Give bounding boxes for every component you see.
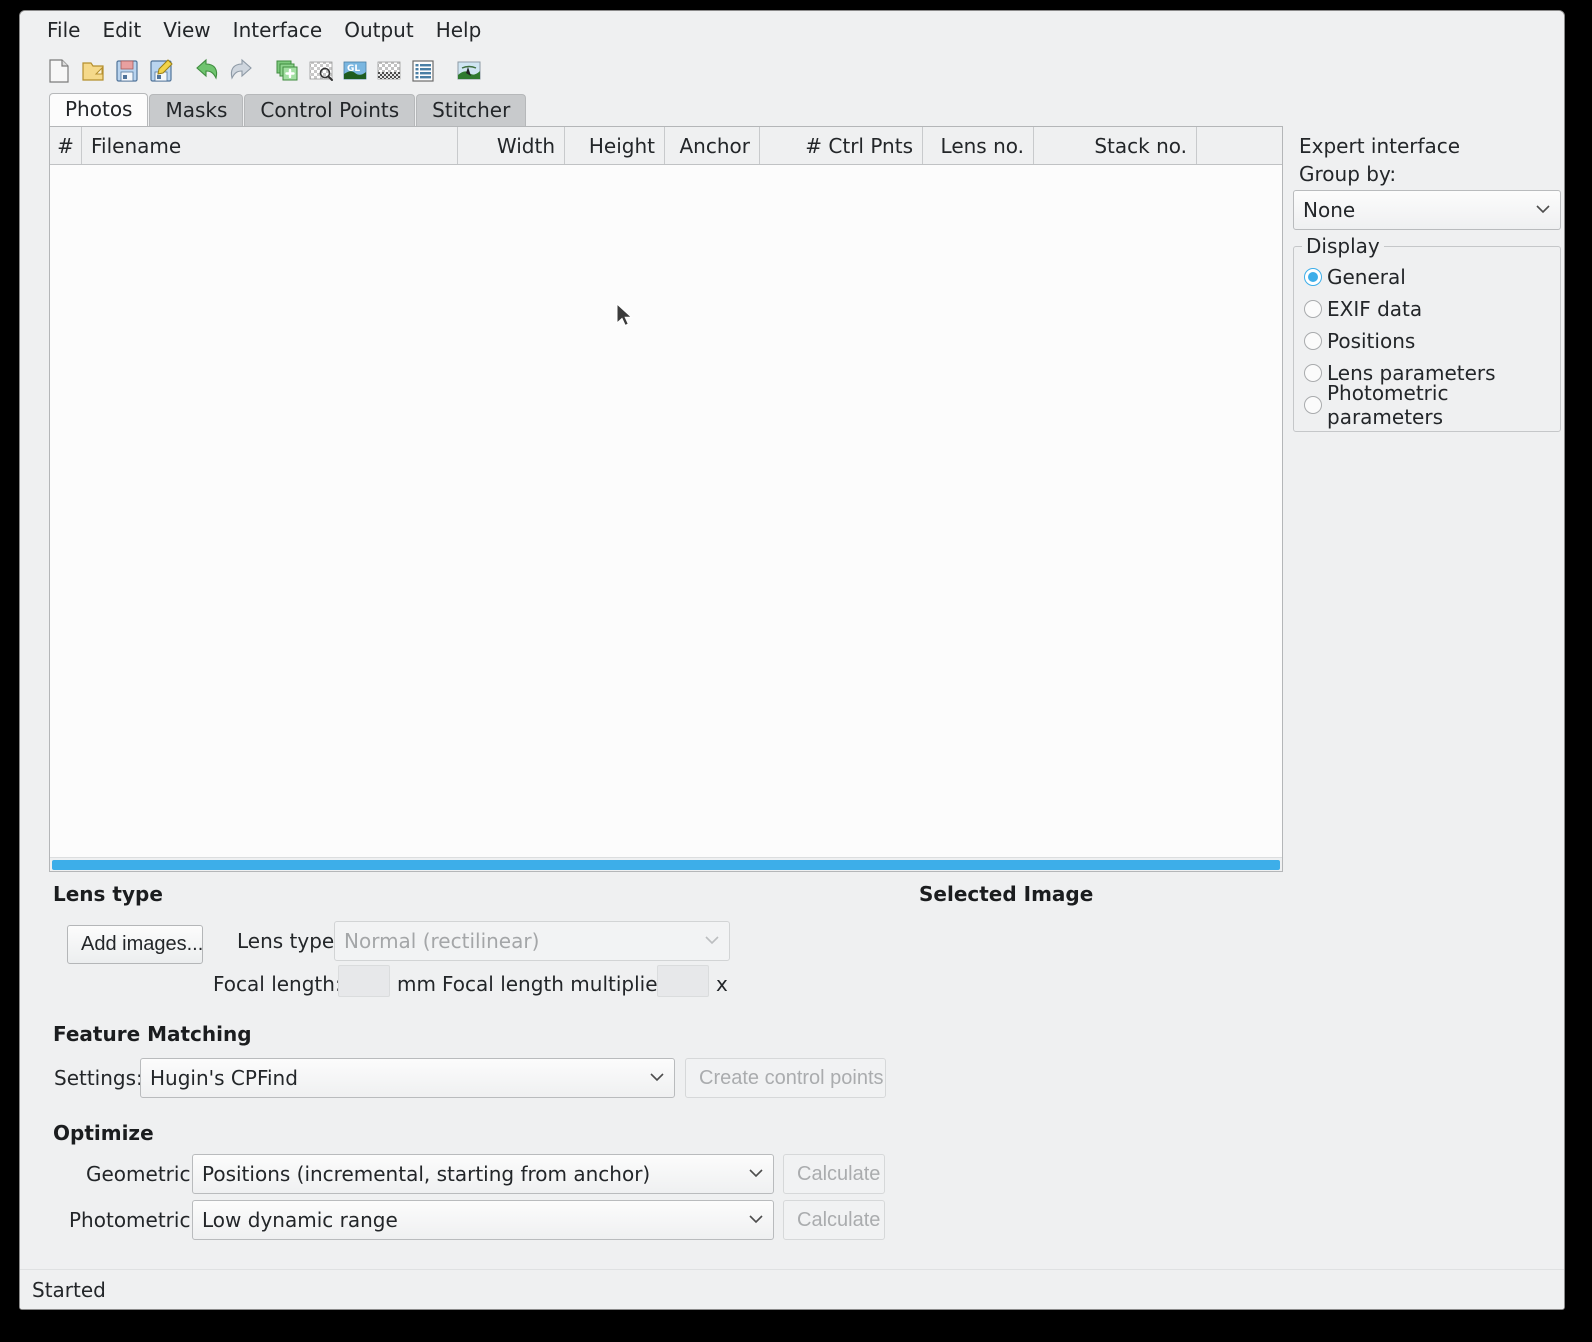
- chevron-down-icon: [748, 1212, 764, 1228]
- radio-exif-data[interactable]: EXIF data: [1304, 293, 1550, 325]
- open-project-icon[interactable]: [76, 54, 110, 88]
- lens-type-section-title: Lens type: [53, 882, 163, 906]
- menu-interface[interactable]: Interface: [222, 15, 334, 45]
- radio-photometric-parameters[interactable]: Photometric parameters: [1304, 381, 1550, 429]
- radio-exif-data-label: EXIF data: [1327, 297, 1423, 321]
- expert-interface-title: Expert interface: [1299, 134, 1461, 158]
- panorama-editor-icon[interactable]: [452, 54, 486, 88]
- feature-matching-settings-select[interactable]: Hugin's CPFind: [140, 1058, 675, 1098]
- save-project-as-icon[interactable]: [144, 54, 178, 88]
- mm-unit-label: mm: [397, 972, 436, 996]
- group-by-value: None: [1303, 198, 1356, 222]
- chevron-down-icon: [649, 1070, 665, 1086]
- chevron-down-icon: [748, 1166, 764, 1182]
- chevron-down-icon: [1535, 202, 1551, 218]
- focal-length-input[interactable]: [338, 965, 390, 997]
- create-control-points-button[interactable]: Create control points: [685, 1058, 886, 1098]
- x-unit-label: x: [716, 972, 728, 996]
- preview-panorama-icon[interactable]: [304, 54, 338, 88]
- chevron-down-icon: [704, 933, 720, 949]
- photometric-optimize-select[interactable]: Low dynamic range: [192, 1200, 774, 1240]
- group-by-select[interactable]: None: [1293, 190, 1561, 230]
- save-project-icon[interactable]: [110, 54, 144, 88]
- tab-stitcher[interactable]: Stitcher: [416, 94, 527, 126]
- radio-general[interactable]: General: [1304, 261, 1550, 293]
- radio-positions-label: Positions: [1327, 329, 1416, 353]
- feature-matching-section-title: Feature Matching: [53, 1022, 252, 1046]
- radio-positions-icon[interactable]: [1304, 332, 1322, 350]
- focal-length-multiplier-input[interactable]: [657, 965, 709, 997]
- status-text: Started: [32, 1277, 106, 1302]
- photometric-optimize-value: Low dynamic range: [202, 1208, 398, 1232]
- menu-view[interactable]: View: [152, 15, 221, 45]
- radio-lens-parameters-icon[interactable]: [1304, 364, 1322, 382]
- tab-photos[interactable]: Photos: [49, 93, 149, 126]
- group-by-label: Group by:: [1299, 162, 1397, 186]
- column-header-ctrl-pnts[interactable]: # Ctrl Pnts: [760, 127, 923, 164]
- radio-general-label: General: [1327, 265, 1406, 289]
- column-header-width[interactable]: Width: [458, 127, 565, 164]
- menu-output[interactable]: Output: [333, 15, 424, 45]
- geometric-label: Geometric:: [86, 1162, 198, 1186]
- menu-bar: File Edit View Interface Output Help: [20, 11, 1564, 49]
- tab-masks[interactable]: Masks: [149, 94, 244, 126]
- radio-photometric-parameters-icon[interactable]: [1304, 396, 1322, 414]
- display-groupbox-title: Display: [1302, 234, 1384, 258]
- hugin-main-window: File Edit View Interface Output Help GL …: [19, 10, 1565, 1310]
- column-header-stack-no[interactable]: Stack no.: [1034, 127, 1197, 164]
- horizontal-scrollbar-thumb[interactable]: [52, 859, 1280, 870]
- radio-photometric-parameters-label: Photometric parameters: [1327, 381, 1449, 429]
- horizontal-scrollbar[interactable]: [50, 857, 1282, 871]
- redo-icon[interactable]: [224, 54, 258, 88]
- photo-table-header: # Filename Width Height Anchor # Ctrl Pn…: [50, 127, 1282, 165]
- tab-strip: Photos Masks Control Points Stitcher: [20, 93, 1564, 126]
- svg-text:GL: GL: [347, 64, 360, 74]
- column-header-lens-no[interactable]: Lens no.: [923, 127, 1034, 164]
- photometric-label: Photometric:: [69, 1208, 198, 1232]
- menu-file[interactable]: File: [36, 15, 91, 45]
- show-cp-list-icon[interactable]: [406, 54, 440, 88]
- add-images-button[interactable]: Add images...: [67, 925, 203, 964]
- expert-interface-panel: Expert interface Group by: None Display …: [1293, 126, 1561, 872]
- display-groupbox: Display General EXIF data Positions Lens…: [1293, 234, 1561, 432]
- lens-type-select[interactable]: Normal (rectilinear): [334, 921, 730, 961]
- column-header-anchor[interactable]: Anchor: [665, 127, 760, 164]
- selected-image-section-title: Selected Image: [919, 882, 1094, 906]
- geometric-calculate-button[interactable]: Calculate: [783, 1154, 885, 1194]
- feature-matching-settings-value: Hugin's CPFind: [150, 1066, 298, 1090]
- column-header-filename[interactable]: Filename: [82, 127, 458, 164]
- focal-length-label: Focal length:: [213, 972, 342, 996]
- gl-preview-icon[interactable]: GL: [338, 54, 372, 88]
- radio-exif-data-icon[interactable]: [1304, 300, 1322, 318]
- status-bar: Started: [20, 1269, 1564, 1309]
- new-project-icon[interactable]: [42, 54, 76, 88]
- radio-positions[interactable]: Positions: [1304, 325, 1550, 357]
- lens-type-label: Lens type:: [237, 929, 341, 953]
- column-header-number[interactable]: #: [50, 127, 82, 164]
- focal-length-multiplier-label: Focal length multiplier:: [442, 972, 673, 996]
- content-area: # Filename Width Height Anchor # Ctrl Pn…: [20, 126, 1564, 1309]
- toolbar: GL: [20, 49, 1564, 93]
- optimize-section-title: Optimize: [53, 1121, 154, 1145]
- tab-control-points[interactable]: Control Points: [244, 94, 416, 126]
- radio-general-icon[interactable]: [1304, 268, 1322, 286]
- undo-icon[interactable]: [190, 54, 224, 88]
- lower-form: Lens type Selected Image Add images... L…: [20, 872, 1564, 1269]
- photo-table: # Filename Width Height Anchor # Ctrl Pn…: [49, 126, 1283, 872]
- photometric-calculate-button[interactable]: Calculate: [783, 1200, 885, 1240]
- photo-table-body[interactable]: [50, 165, 1282, 857]
- upper-area: # Filename Width Height Anchor # Ctrl Pn…: [20, 126, 1564, 872]
- geometric-optimize-select[interactable]: Positions (incremental, starting from an…: [192, 1154, 774, 1194]
- menu-edit[interactable]: Edit: [91, 15, 152, 45]
- fast-preview-icon[interactable]: [372, 54, 406, 88]
- lens-type-value: Normal (rectilinear): [344, 929, 540, 953]
- geometric-optimize-value: Positions (incremental, starting from an…: [202, 1162, 651, 1186]
- column-header-filler[interactable]: [1197, 127, 1282, 164]
- settings-label: Settings:: [54, 1066, 143, 1090]
- menu-help[interactable]: Help: [425, 15, 493, 45]
- add-images-icon[interactable]: [270, 54, 304, 88]
- column-header-height[interactable]: Height: [565, 127, 665, 164]
